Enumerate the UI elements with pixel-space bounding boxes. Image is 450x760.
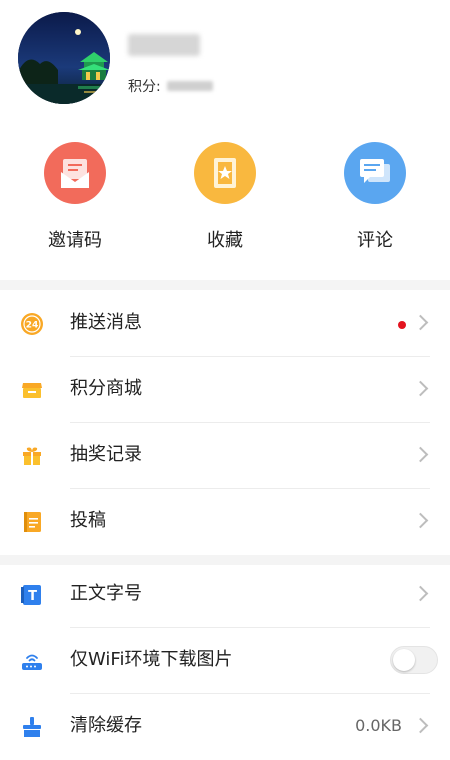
menu-label: 积分商城 — [70, 378, 142, 399]
chevron-right-icon — [412, 380, 429, 397]
toggle-knob — [393, 649, 415, 671]
badge-24-icon: 24 — [20, 312, 44, 336]
font-icon-letter: T — [28, 589, 37, 604]
section-divider — [0, 280, 450, 290]
comments-button[interactable]: 评论 — [315, 142, 435, 252]
chevron-right-icon — [412, 717, 429, 734]
points-value-redacted — [166, 81, 213, 91]
broom-icon — [20, 715, 44, 739]
bookmark-icon — [194, 142, 256, 204]
gift-icon — [20, 444, 44, 468]
menu-item-wifi-only-images: 仅WiFi环境下载图片 — [0, 628, 450, 694]
menu-item-push-messages[interactable]: 24 推送消息 — [0, 291, 450, 357]
unread-dot — [398, 321, 406, 329]
menu-label: 抽奖记录 — [70, 444, 142, 465]
menu-label: 投稿 — [70, 510, 106, 531]
favorites-label: 收藏 — [207, 230, 243, 251]
chevron-right-icon — [412, 446, 429, 463]
username-redacted — [128, 34, 200, 56]
router-icon — [20, 649, 44, 673]
quick-actions: 邀请码 收藏 评论 — [0, 130, 450, 270]
document-icon — [20, 510, 44, 534]
envelope-icon — [44, 142, 106, 204]
font-size-icon: T — [20, 583, 44, 607]
menu-item-submit-article[interactable]: 投稿 — [0, 489, 450, 555]
favorites-button[interactable]: 收藏 — [165, 142, 285, 252]
menu-label: 清除缓存 — [70, 715, 142, 736]
menu-item-clear-cache[interactable]: 清除缓存 0.0KB — [0, 694, 450, 760]
menu-label: 仅WiFi环境下载图片 — [70, 649, 233, 670]
menu-item-font-size[interactable]: T 正文字号 — [0, 562, 450, 628]
comment-icon — [344, 142, 406, 204]
chevron-right-icon — [412, 314, 429, 331]
wifi-only-toggle[interactable] — [390, 646, 438, 674]
profile-header[interactable]: 积分: — [0, 0, 450, 120]
badge-24-text: 24 — [26, 321, 39, 331]
menu-label: 正文字号 — [70, 583, 142, 604]
menu-label: 推送消息 — [70, 312, 142, 333]
cache-size: 0.0KB — [355, 716, 402, 735]
menu-item-points-store[interactable]: 积分商城 — [0, 357, 450, 423]
chevron-right-icon — [412, 585, 429, 602]
invite-code-button[interactable]: 邀请码 — [15, 142, 135, 252]
comments-label: 评论 — [357, 230, 393, 251]
store-icon — [20, 378, 44, 402]
menu-item-lottery-records[interactable]: 抽奖记录 — [0, 423, 450, 489]
chevron-right-icon — [412, 512, 429, 529]
invite-code-label: 邀请码 — [48, 230, 102, 251]
avatar[interactable] — [18, 12, 110, 104]
points-label: 积分: — [128, 79, 161, 95]
points-row: 积分: — [128, 76, 213, 96]
